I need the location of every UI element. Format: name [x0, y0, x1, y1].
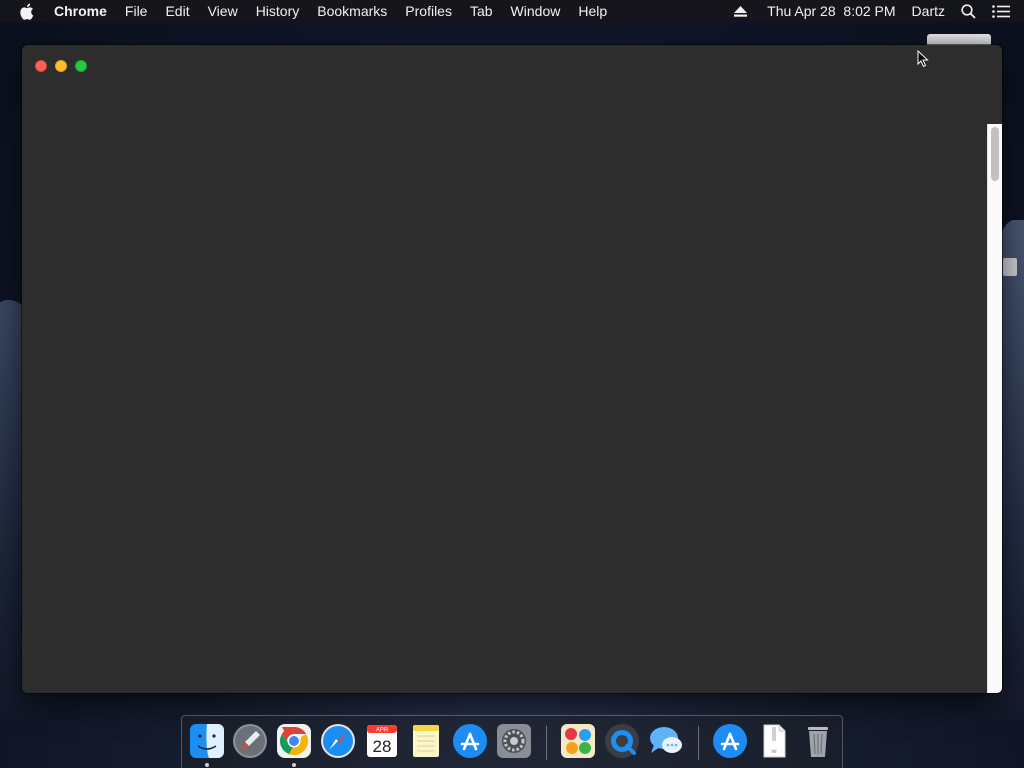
menu-bookmarks[interactable]: Bookmarks [317, 0, 387, 22]
close-window-button[interactable] [35, 60, 47, 72]
calendar-day: 28 [373, 737, 392, 756]
system-preferences-icon[interactable] [495, 722, 533, 760]
menu-help[interactable]: Help [578, 0, 607, 22]
menu-view[interactable]: View [208, 0, 238, 22]
window-controls [35, 60, 87, 72]
menu-app-name[interactable]: Chrome [54, 0, 107, 22]
launchpad-icon[interactable] [231, 722, 269, 760]
menu-file[interactable]: File [125, 0, 148, 22]
menu-tab[interactable]: Tab [470, 0, 493, 22]
eject-icon[interactable] [734, 5, 748, 17]
dock-separator [698, 726, 699, 760]
safari-icon[interactable] [319, 722, 357, 760]
document-label: ini [771, 749, 776, 755]
trash-icon[interactable] [799, 722, 837, 760]
downloads-stack-icon[interactable] [711, 722, 749, 760]
minimize-window-button[interactable] [55, 60, 67, 72]
finder-running-indicator [205, 763, 209, 767]
user-name[interactable]: Dartz [912, 3, 945, 19]
finder-icon[interactable] [188, 722, 226, 760]
desktop-file-icon[interactable] [1003, 258, 1017, 276]
menu-edit[interactable]: Edit [165, 0, 189, 22]
spotlight-search-icon[interactable] [961, 3, 976, 19]
apple-menu-icon[interactable] [19, 3, 37, 20]
browser-window [22, 45, 1002, 693]
menu-window[interactable]: Window [511, 0, 561, 22]
scrollbar-thumb[interactable] [991, 127, 999, 181]
menu-history[interactable]: History [256, 0, 300, 22]
notification-center-icon[interactable] [992, 4, 1010, 18]
document-icon[interactable]: ini [755, 722, 793, 760]
mouse-cursor-icon [917, 50, 929, 68]
notes-icon[interactable] [407, 722, 445, 760]
messages-icon[interactable] [647, 722, 685, 760]
dock: APR 28 ini [181, 715, 843, 768]
dock-separator [546, 726, 547, 760]
game-icon[interactable] [559, 722, 597, 760]
chrome-running-indicator [292, 763, 296, 767]
calendar-month: APR [376, 728, 389, 734]
vertical-scrollbar[interactable] [987, 124, 1002, 693]
menu-profiles[interactable]: Profiles [405, 0, 452, 22]
calendar-icon[interactable]: APR 28 [363, 722, 401, 760]
menu-bar: Chrome File Edit View History Bookmarks … [0, 0, 1024, 22]
maximize-window-button[interactable] [75, 60, 87, 72]
app-store-icon[interactable] [451, 722, 489, 760]
clock[interactable]: Thu Apr 28 8:02 PM [767, 3, 895, 19]
chrome-icon[interactable] [275, 722, 313, 760]
quicktime-icon[interactable] [603, 722, 641, 760]
